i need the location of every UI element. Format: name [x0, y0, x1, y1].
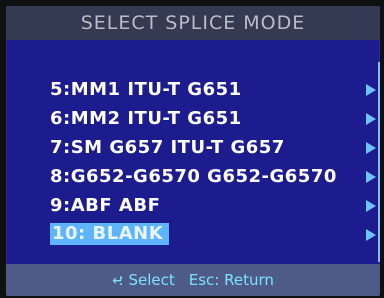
right-edge-bar [378, 62, 380, 262]
page-title: SELECT SPLICE MODE [80, 12, 306, 34]
arrow-right-icon [366, 142, 376, 154]
menu-item-label: 9:ABF ABF [50, 194, 161, 216]
arrow-right-icon [366, 84, 376, 96]
menu-item-mode-9[interactable]: 9:ABF ABF [50, 192, 380, 218]
menu-item-label: 5:MM1 ITU-T G651 [50, 78, 242, 100]
status-bar: ↵ : Select Esc: Return [6, 264, 380, 296]
menu-item-label: 10: BLANK [50, 223, 170, 245]
select-label: : Select [118, 271, 175, 289]
menu-item-mode-6[interactable]: 6:MM2 ITU-T G651 [50, 105, 380, 131]
splice-mode-screen: SELECT SPLICE MODE 5:MM1 ITU-T G651 6:MM… [6, 6, 380, 296]
arrow-right-icon [366, 229, 376, 241]
device-photo: SELECT SPLICE MODE 5:MM1 ITU-T G651 6:MM… [0, 0, 384, 298]
menu-item-mode-8[interactable]: 8:G652-G6570 G652-G6570 [50, 163, 380, 189]
select-hint: ↵ : Select [112, 271, 175, 289]
menu-item-label: 8:G652-G6570 G652-G6570 [50, 165, 337, 187]
esc-hint: Esc: Return [188, 271, 274, 289]
menu-item-mode-10[interactable]: 10: BLANK [50, 221, 380, 247]
title-bar: SELECT SPLICE MODE [6, 6, 380, 40]
menu-item-label: 6:MM2 ITU-T G651 [50, 107, 242, 129]
menu-item-label: 7:SM G657 ITU-T G657 [50, 136, 285, 158]
splice-mode-menu: 5:MM1 ITU-T G651 6:MM2 ITU-T G651 7:SM G… [50, 76, 380, 250]
arrow-right-icon [366, 113, 376, 125]
menu-item-mode-7[interactable]: 7:SM G657 ITU-T G657 [50, 134, 380, 160]
arrow-right-icon [366, 171, 376, 183]
menu-item-mode-5[interactable]: 5:MM1 ITU-T G651 [50, 76, 380, 102]
arrow-right-icon [366, 200, 376, 212]
